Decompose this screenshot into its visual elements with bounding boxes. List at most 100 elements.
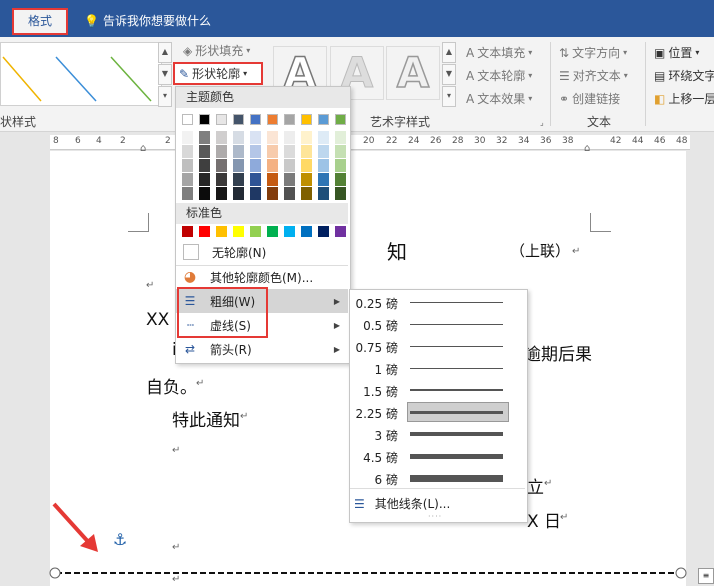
- text-outline-button[interactable]: A 文本轮廓 ▾: [466, 67, 532, 84]
- theme-color-swatch[interactable]: [301, 159, 312, 172]
- theme-color-swatch[interactable]: [199, 145, 210, 158]
- theme-color-swatch[interactable]: [335, 114, 346, 125]
- theme-color-swatch[interactable]: [301, 114, 312, 125]
- theme-color-swatch[interactable]: [318, 159, 329, 172]
- theme-color-swatch[interactable]: [250, 173, 261, 186]
- weight-option[interactable]: 6 磅: [350, 467, 525, 489]
- theme-color-swatch[interactable]: [182, 114, 193, 125]
- standard-color-swatch[interactable]: [267, 226, 278, 237]
- gallery-more-icon[interactable]: ▾: [442, 86, 456, 107]
- theme-color-swatch[interactable]: [250, 114, 261, 125]
- shape-style-gallery[interactable]: [0, 42, 162, 106]
- standard-color-swatch[interactable]: [182, 226, 193, 237]
- theme-color-swatch[interactable]: [216, 159, 227, 172]
- theme-color-swatch[interactable]: [335, 145, 346, 158]
- text-effects-button[interactable]: A 文本效果 ▾: [466, 90, 532, 107]
- scroll-down-icon[interactable]: ▼: [158, 64, 172, 85]
- weight-option[interactable]: 0.5 磅: [350, 313, 525, 335]
- scroll-down-icon[interactable]: ▼: [442, 64, 456, 85]
- theme-color-swatch[interactable]: [233, 173, 244, 186]
- tell-me-search[interactable]: 💡 告诉我你想要做什么: [84, 12, 211, 29]
- theme-color-swatch[interactable]: [233, 145, 244, 158]
- standard-color-swatch[interactable]: [284, 226, 295, 237]
- create-link-button[interactable]: ⚭ 创建链接: [559, 90, 620, 107]
- theme-color-swatch[interactable]: [267, 187, 278, 200]
- theme-color-swatch[interactable]: [267, 159, 278, 172]
- tab-format[interactable]: 格式: [12, 8, 68, 35]
- theme-color-swatch[interactable]: [233, 131, 244, 144]
- theme-color-swatch[interactable]: [335, 159, 346, 172]
- position-button[interactable]: ▣ 位置 ▾: [654, 44, 699, 61]
- wrap-text-button[interactable]: ▤ 环绕文字: [654, 67, 714, 84]
- theme-color-swatch[interactable]: [284, 145, 295, 158]
- theme-color-swatch[interactable]: [216, 131, 227, 144]
- theme-color-swatch[interactable]: [216, 187, 227, 200]
- weight-option[interactable]: 0.75 磅: [350, 335, 525, 357]
- theme-color-swatch[interactable]: [301, 173, 312, 186]
- standard-color-swatch[interactable]: [335, 226, 346, 237]
- theme-color-swatch[interactable]: [182, 131, 193, 144]
- theme-color-swatch[interactable]: [199, 173, 210, 186]
- standard-color-swatch[interactable]: [199, 226, 210, 237]
- selected-dashed-line[interactable]: [48, 566, 688, 580]
- theme-color-swatch[interactable]: [199, 114, 210, 125]
- theme-color-swatch[interactable]: [318, 145, 329, 158]
- wordart-gallery-scroll[interactable]: ▲ ▼ ▾: [442, 42, 456, 107]
- theme-color-swatch[interactable]: [199, 131, 210, 144]
- theme-color-swatch[interactable]: [182, 173, 193, 186]
- theme-color-swatch[interactable]: [335, 173, 346, 186]
- anchor-icon[interactable]: ⚓: [113, 530, 127, 549]
- theme-color-swatch[interactable]: [301, 187, 312, 200]
- theme-color-swatch[interactable]: [284, 114, 295, 125]
- weight-option[interactable]: 1 磅: [350, 357, 525, 379]
- theme-color-swatch[interactable]: [267, 145, 278, 158]
- more-lines-item[interactable]: ☰ 其他线条(L)...: [354, 495, 450, 512]
- theme-color-swatch[interactable]: [284, 159, 295, 172]
- theme-color-swatch[interactable]: [199, 187, 210, 200]
- theme-color-swatch[interactable]: [182, 159, 193, 172]
- gallery-more-icon[interactable]: ▾: [158, 86, 172, 107]
- theme-color-swatch[interactable]: [284, 131, 295, 144]
- theme-color-swatch[interactable]: [216, 173, 227, 186]
- theme-color-swatch[interactable]: [199, 159, 210, 172]
- weight-option[interactable]: 1.5 磅: [350, 379, 525, 401]
- theme-color-swatch[interactable]: [318, 187, 329, 200]
- theme-color-swatch[interactable]: [182, 145, 193, 158]
- wordart-style-3[interactable]: A: [386, 46, 440, 100]
- shape-outline-button[interactable]: ✎ 形状轮廓 ▾: [173, 62, 263, 85]
- standard-color-swatch[interactable]: [233, 226, 244, 237]
- theme-color-swatch[interactable]: [335, 131, 346, 144]
- theme-color-swatch[interactable]: [318, 114, 329, 125]
- arrows-item[interactable]: ⇄ 箭头(R) ▶: [176, 337, 348, 361]
- theme-color-swatch[interactable]: [267, 173, 278, 186]
- theme-color-swatch[interactable]: [335, 187, 346, 200]
- shape-fill-button[interactable]: ◈ 形状填充 ▾: [183, 42, 250, 59]
- weight-option[interactable]: 2.25 磅: [350, 401, 525, 423]
- scroll-up-icon[interactable]: ▲: [442, 42, 456, 63]
- theme-color-swatch[interactable]: [250, 145, 261, 158]
- dialog-launcher-icon[interactable]: ⌟: [540, 118, 544, 127]
- text-fill-button[interactable]: A 文本填充 ▾: [466, 44, 532, 61]
- theme-color-swatch[interactable]: [250, 187, 261, 200]
- theme-color-swatch[interactable]: [233, 187, 244, 200]
- theme-color-swatch[interactable]: [216, 114, 227, 125]
- theme-color-swatch[interactable]: [233, 159, 244, 172]
- standard-color-swatch[interactable]: [216, 226, 227, 237]
- weight-option[interactable]: 4.5 磅: [350, 445, 525, 467]
- scroll-up-icon[interactable]: ▲: [158, 42, 172, 63]
- standard-color-swatch[interactable]: [250, 226, 261, 237]
- theme-color-swatch[interactable]: [267, 131, 278, 144]
- more-outline-colors-item[interactable]: ◕ 其他轮廓颜色(M)...: [176, 265, 348, 289]
- layout-options-icon[interactable]: ≡: [698, 568, 714, 584]
- theme-color-swatch[interactable]: [250, 159, 261, 172]
- theme-color-swatch[interactable]: [267, 114, 278, 125]
- gallery-scroll[interactable]: ▲ ▼ ▾: [158, 42, 172, 107]
- theme-color-swatch[interactable]: [182, 187, 193, 200]
- theme-color-swatch[interactable]: [301, 131, 312, 144]
- standard-color-swatch[interactable]: [318, 226, 329, 237]
- theme-color-swatch[interactable]: [318, 173, 329, 186]
- no-outline-item[interactable]: 无轮廓(N): [176, 240, 348, 264]
- theme-color-swatch[interactable]: [318, 131, 329, 144]
- weight-option[interactable]: 0.25 磅: [350, 291, 525, 313]
- standard-color-swatch[interactable]: [301, 226, 312, 237]
